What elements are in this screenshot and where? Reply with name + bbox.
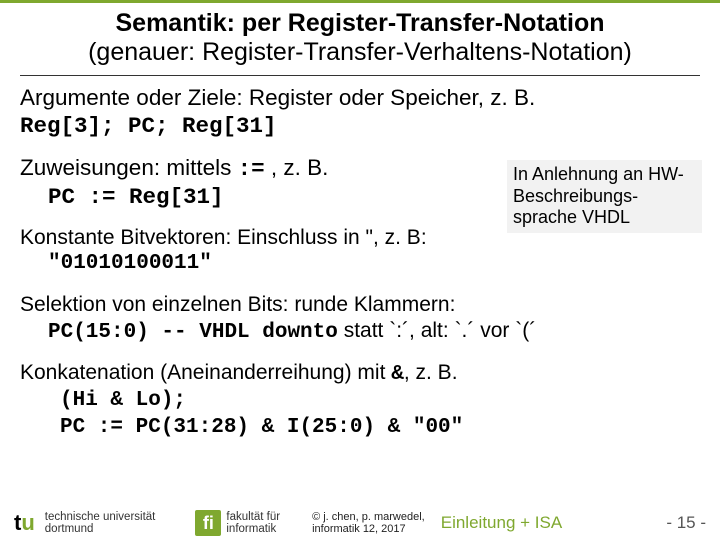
select-downto: downto — [262, 321, 338, 344]
divider — [20, 75, 700, 76]
page-number: - 15 - — [666, 513, 706, 533]
slide-body: Argumente oder Ziele: Register oder Spei… — [0, 84, 720, 441]
assign-op: := — [238, 156, 265, 182]
select-line: PC(15:0) -- VHDL downto statt `:´, alt: … — [20, 318, 700, 346]
uni-line2: dortmund — [45, 523, 156, 535]
args-intro: Argumente oder Ziele: Register oder Spei… — [20, 84, 700, 112]
const-block: Konstante Bitvektoren: Einschluss in ", … — [20, 225, 700, 278]
slide: Semantik: per Register-Transfer-Notation… — [0, 0, 720, 540]
footer: tu technische universität dortmund fi fa… — [0, 510, 720, 536]
const-intro: Konstante Bitvektoren: Einschluss in ", … — [20, 225, 700, 251]
reg-examples: Reg[3]; PC; Reg[31] — [20, 112, 700, 140]
slide-subtitle: (genauer: Register-Transfer-Verhaltens-N… — [20, 38, 700, 67]
assign-example: PC := Reg[31] — [20, 183, 500, 211]
copyright-line2: informatik 12, 2017 — [312, 523, 425, 535]
vhdl-sidebox: In Anlehnung an HW-Beschreibungs-sprache… — [507, 160, 702, 233]
faculty-name: fakultät für informatik — [226, 511, 280, 535]
concat-intro-post: , z. B. — [404, 361, 458, 384]
fak-line2: informatik — [226, 523, 280, 535]
assign-block: Zuweisungen: mittels := , z. B. PC := Re… — [20, 154, 500, 211]
assign-intro-post: , z. B. — [265, 155, 329, 180]
tu-logo-mark: tu — [14, 514, 35, 533]
university-name: technische universität dortmund — [45, 511, 156, 535]
section-title: Einleitung + ISA — [441, 513, 562, 533]
select-code: PC(15:0) — [48, 321, 149, 344]
select-tail-pre: -- VHDL — [149, 321, 262, 344]
concat-line2: PC := PC(31:28) & I(25:0) & "00" — [20, 415, 700, 441]
select-block: Selektion von einzelnen Bits: runde Klam… — [20, 292, 700, 347]
tu-logo: tu — [14, 514, 35, 533]
assign-intro-pre: Zuweisungen: mittels — [20, 155, 238, 180]
const-example: "01010100011" — [20, 251, 700, 277]
slide-title: Semantik: per Register-Transfer-Notation — [20, 9, 700, 38]
concat-intro-pre: Konkatenation (Aneinanderreihung) mit — [20, 361, 391, 384]
uni-line1: technische universität — [45, 511, 156, 523]
select-intro: Selektion von einzelnen Bits: runde Klam… — [20, 292, 700, 318]
fi-logo: fi fakultät für informatik — [195, 510, 280, 536]
copyright-line1: © j. chen, p. marwedel, — [312, 511, 425, 523]
header: Semantik: per Register-Transfer-Notation… — [0, 3, 720, 71]
args-block: Argumente oder Ziele: Register oder Spei… — [20, 84, 700, 140]
concat-line1: (Hi & Lo); — [20, 388, 700, 414]
fak-line1: fakultät für — [226, 511, 280, 523]
concat-intro: Konkatenation (Aneinanderreihung) mit &,… — [20, 360, 700, 388]
concat-block: Konkatenation (Aneinanderreihung) mit &,… — [20, 360, 700, 441]
concat-amp: & — [391, 363, 404, 386]
select-tail-post: statt `:´, alt: `.´ vor `(´ — [338, 319, 536, 342]
copyright: © j. chen, p. marwedel, informatik 12, 2… — [312, 511, 425, 535]
fi-mark: fi — [195, 510, 221, 536]
